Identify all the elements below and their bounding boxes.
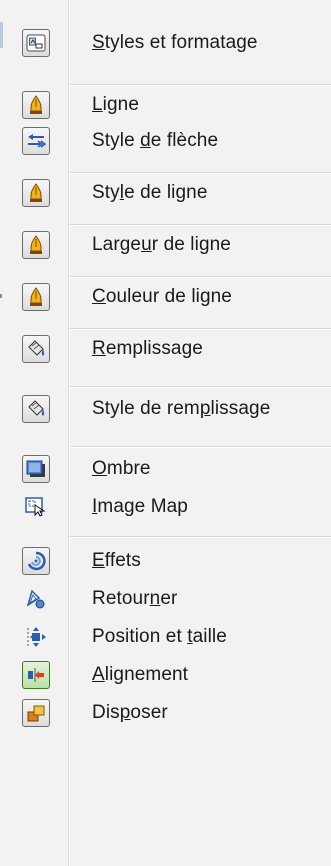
menu-item-line[interactable]: Ligne bbox=[0, 88, 331, 122]
pen-icon bbox=[22, 91, 50, 119]
arrow-style-icon bbox=[22, 127, 50, 155]
menu-item-flip[interactable]: Retourner bbox=[0, 582, 331, 616]
menu-item-label: Ombre bbox=[92, 458, 151, 479]
menu-item-label: Styles et formatage bbox=[92, 32, 258, 53]
menu-item-label: Effets bbox=[92, 550, 141, 571]
separator bbox=[70, 224, 331, 226]
position-size-icon bbox=[22, 623, 50, 651]
menu-item-alignment[interactable]: Alignement bbox=[0, 658, 331, 692]
image-map-icon bbox=[22, 493, 50, 521]
menu-item-label: Disposer bbox=[92, 702, 168, 723]
menu-item-line-style[interactable]: Style de ligne bbox=[0, 176, 331, 210]
separator bbox=[70, 276, 331, 278]
flip-icon bbox=[22, 585, 50, 613]
menu-item-label: Remplissage bbox=[92, 338, 203, 359]
menu-item-image-map[interactable]: Image Map bbox=[0, 490, 331, 524]
styles-formatting-icon bbox=[22, 29, 50, 57]
menu-item-label: Retourner bbox=[92, 588, 178, 609]
separator bbox=[70, 328, 331, 330]
menu-item-arrow-style[interactable]: Style de flèche bbox=[0, 124, 331, 158]
separator bbox=[70, 386, 331, 388]
separator bbox=[70, 446, 331, 448]
pen-icon bbox=[22, 283, 50, 311]
menu-item-arrange[interactable]: Disposer bbox=[0, 696, 331, 730]
menu-item-styles-formatting[interactable]: Styles et formatage bbox=[0, 26, 331, 60]
alignment-icon bbox=[22, 661, 50, 689]
menu-item-fill-style[interactable]: Style de remplissage bbox=[0, 392, 331, 426]
paint-bucket-icon bbox=[22, 335, 50, 363]
menu-item-label: Position et taille bbox=[92, 626, 227, 647]
separator bbox=[70, 536, 331, 538]
menu-item-label: Ligne bbox=[92, 94, 139, 115]
separator bbox=[70, 84, 331, 86]
menu-item-label: Alignement bbox=[92, 664, 189, 685]
menu-item-effects[interactable]: Effets bbox=[0, 544, 331, 578]
menu-item-label: Image Map bbox=[92, 496, 188, 517]
menu-item-shadow[interactable]: Ombre bbox=[0, 452, 331, 486]
menu-item-label: Style de flèche bbox=[92, 130, 219, 151]
context-menu: Styles et formatage Ligne Style de flèch… bbox=[0, 0, 331, 866]
pen-icon bbox=[22, 179, 50, 207]
paint-bucket-icon bbox=[22, 395, 50, 423]
menu-item-label: Style de ligne bbox=[92, 182, 208, 203]
menu-item-line-width[interactable]: Largeur de ligne bbox=[0, 228, 331, 262]
menu-item-fill[interactable]: Remplissage bbox=[0, 332, 331, 366]
shadow-icon bbox=[22, 455, 50, 483]
menu-item-position-size[interactable]: Position et taille bbox=[0, 620, 331, 654]
menu-item-label: Couleur de ligne bbox=[92, 286, 232, 307]
arrange-icon bbox=[22, 699, 50, 727]
separator bbox=[70, 172, 331, 174]
pen-icon bbox=[22, 231, 50, 259]
menu-item-label: Style de remplissage bbox=[92, 398, 271, 419]
menu-item-line-color[interactable]: Couleur de ligne bbox=[0, 280, 331, 314]
menu-item-label: Largeur de ligne bbox=[92, 234, 231, 255]
effects-icon bbox=[22, 547, 50, 575]
